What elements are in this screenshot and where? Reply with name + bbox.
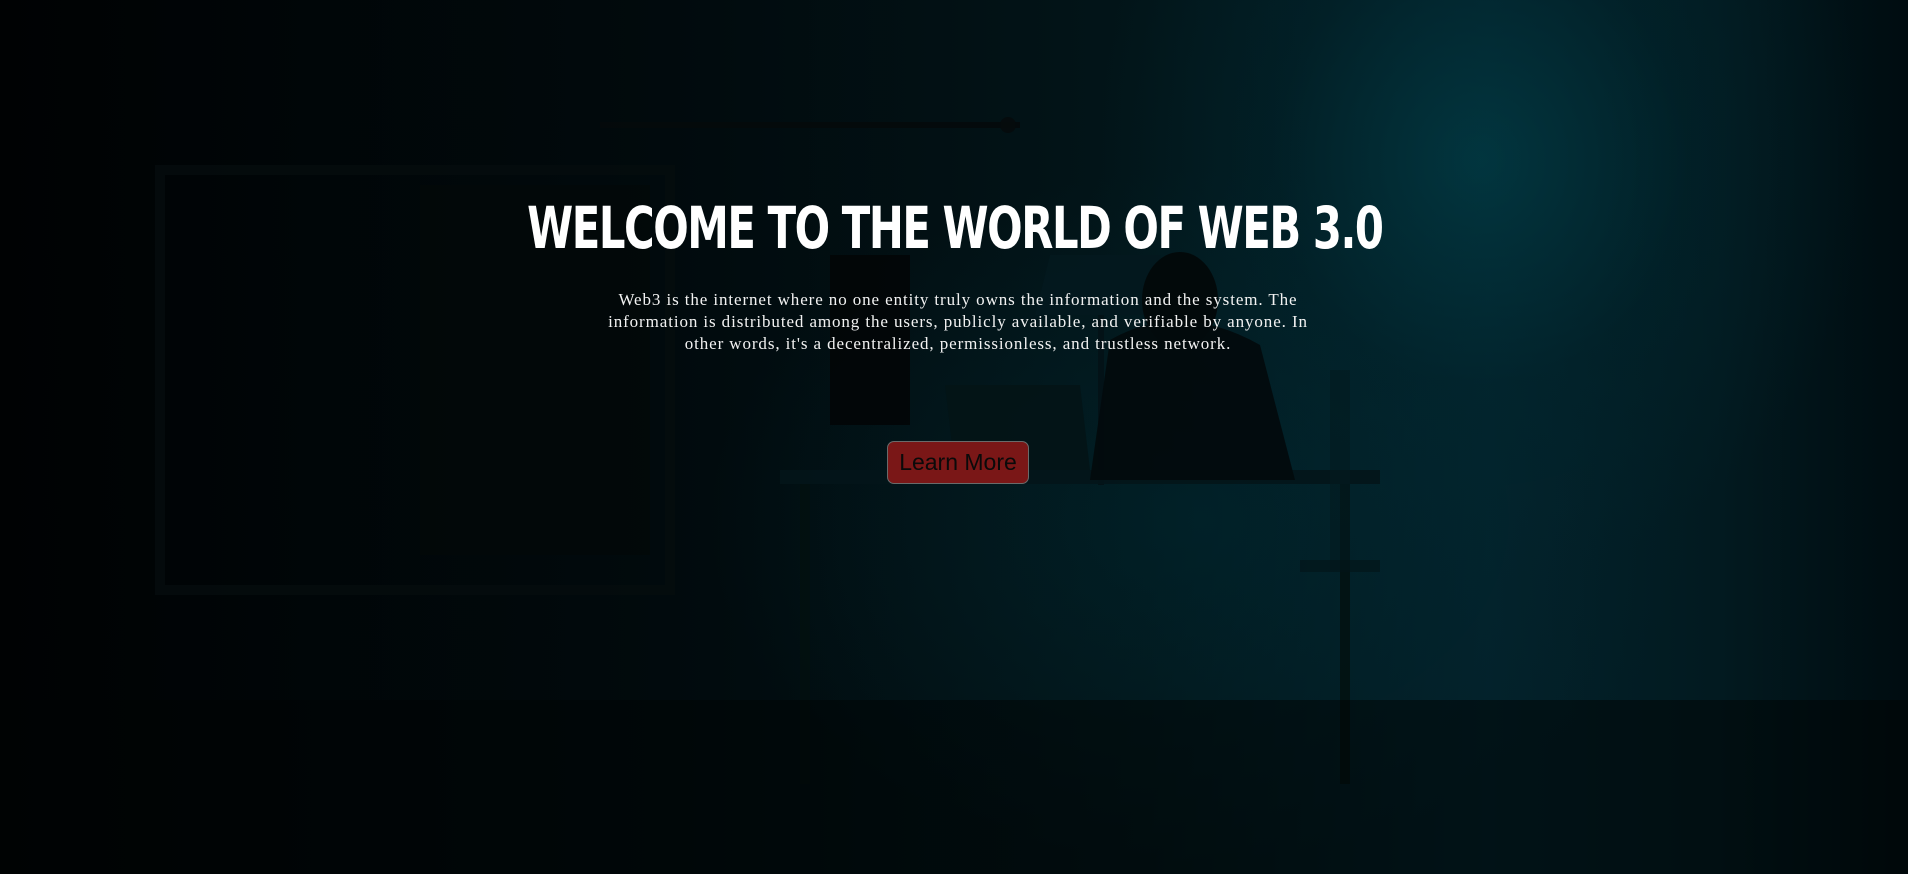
background-scene-art (0, 117, 1908, 874)
page-title: WELCOME TO THE WORLD OF WEB 3.0 (527, 194, 1384, 262)
hero-section: WELCOME TO THE WORLD OF WEB 3.0 Web3 is … (0, 0, 1908, 874)
hero-description: Web3 is the internet where no one entity… (608, 290, 1308, 353)
background-image (0, 0, 1908, 874)
learn-more-button[interactable]: Learn More (887, 441, 1029, 484)
